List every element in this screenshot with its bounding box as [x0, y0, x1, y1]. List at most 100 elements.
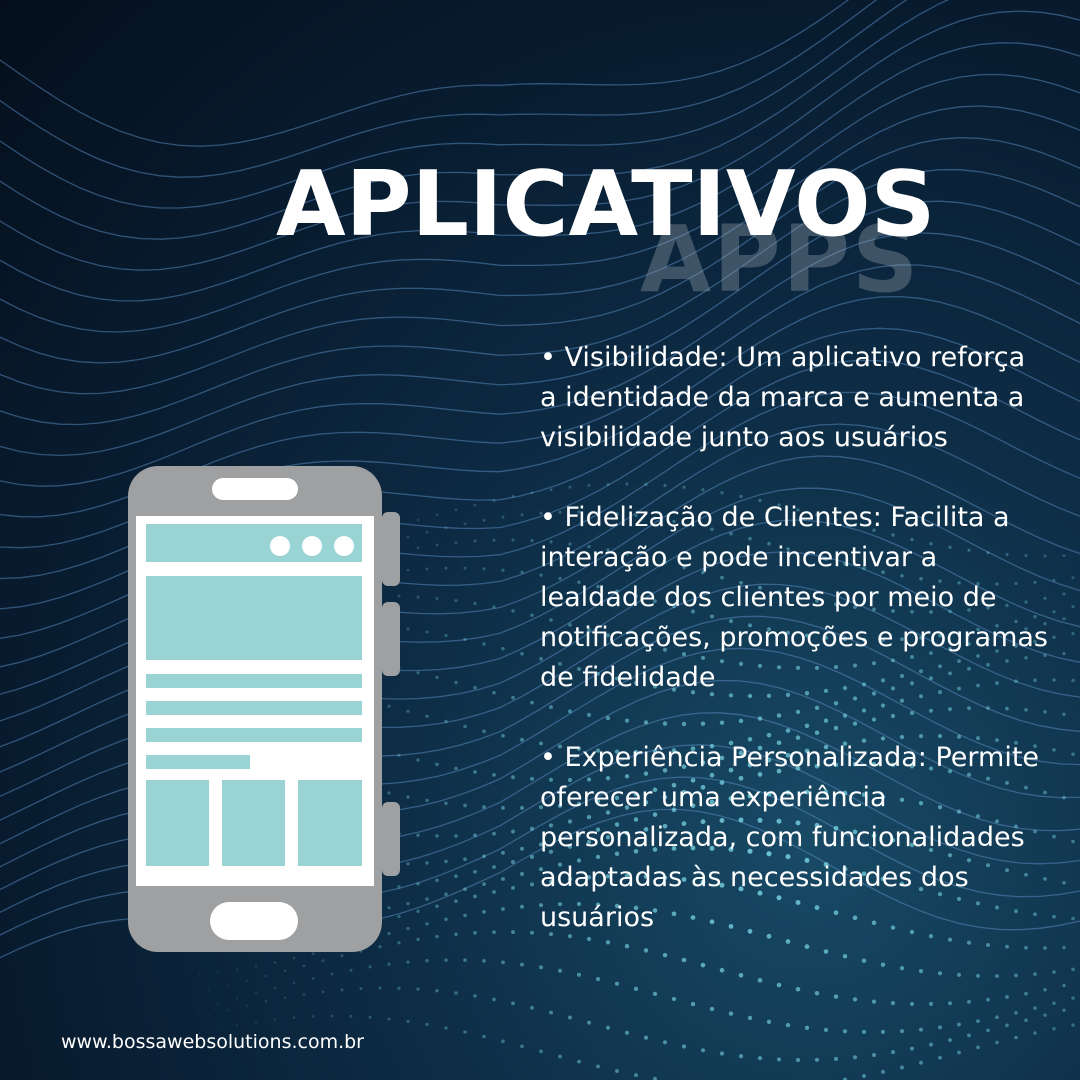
particle-dot	[719, 967, 725, 973]
particle-dot	[861, 958, 867, 963]
particle-dot	[492, 831, 496, 836]
particle-dot	[216, 1002, 220, 1005]
particle-dot	[728, 1011, 734, 1016]
particle-dot	[473, 685, 477, 690]
particle-dot	[576, 972, 582, 977]
particle-dot	[995, 1015, 999, 1020]
particle-dot	[444, 801, 448, 806]
particle-dot	[311, 1015, 315, 1018]
particle-dot	[406, 535, 410, 539]
particle-dot	[919, 1027, 923, 1032]
particle-dot	[226, 984, 230, 987]
particle-dot	[207, 988, 211, 992]
particle-dot	[986, 997, 990, 1002]
particle-dot	[957, 1022, 961, 1027]
particle-dot	[454, 899, 458, 904]
particle-dot	[292, 956, 296, 960]
particle-dot	[1052, 678, 1056, 682]
particle-dot	[700, 1048, 706, 1053]
particle-dot	[1062, 592, 1066, 596]
particle-dot	[501, 805, 505, 810]
particle-dot	[492, 773, 496, 777]
particle-dot	[444, 859, 448, 864]
particle-dot	[482, 518, 486, 522]
particle-dot	[891, 1050, 895, 1055]
particle-dot	[292, 981, 296, 985]
particle-dot	[435, 675, 439, 680]
particle-dot	[473, 994, 477, 998]
particle-dot	[520, 570, 524, 574]
particle-dot	[254, 991, 258, 995]
particle-dot	[435, 904, 439, 908]
particle-dot	[463, 637, 467, 642]
particle-dot	[311, 952, 315, 956]
particle-dot	[520, 513, 524, 517]
particle-dot	[823, 1027, 829, 1033]
particle-dot	[624, 944, 630, 949]
particle-dot	[416, 518, 420, 522]
page-title: APLICATIVOS	[276, 152, 936, 257]
particle-dot	[482, 882, 486, 886]
particle-dot	[226, 1009, 230, 1012]
particle-dot	[511, 695, 515, 700]
particle-dot	[795, 987, 801, 992]
particle-dot	[700, 962, 706, 968]
particle-dot	[861, 1029, 867, 1034]
particle-dot	[976, 973, 980, 978]
particle-dot	[387, 962, 391, 966]
particle-dot	[1024, 945, 1028, 950]
particle-dot	[454, 766, 458, 771]
particle-dot	[785, 939, 791, 944]
particle-dot	[986, 943, 990, 947]
particle-dot	[1071, 996, 1075, 1000]
particle-dot	[814, 990, 820, 996]
particle-dot	[539, 1049, 543, 1054]
particle-dot	[463, 803, 467, 808]
particle-dot	[947, 937, 953, 942]
particle-dot	[444, 892, 448, 897]
particle-dot	[1071, 632, 1075, 636]
particle-dot	[1071, 916, 1075, 921]
benefits-list: • Visibilidade: Um aplicativo reforça a …	[540, 338, 1050, 938]
particle-dot	[614, 981, 620, 986]
particle-dot	[463, 913, 467, 918]
particle-dot	[416, 987, 420, 991]
particle-dot	[929, 1042, 933, 1047]
particle-dot	[1052, 1001, 1056, 1005]
particle-dot	[416, 909, 420, 914]
particle-dot	[1071, 839, 1075, 844]
particle-dot	[482, 959, 486, 963]
particle-dot	[463, 566, 467, 570]
particle-dot	[1052, 970, 1056, 974]
particle-dot	[899, 1029, 905, 1034]
particle-dot	[444, 566, 448, 570]
particle-dot	[387, 1017, 391, 1021]
particle-dot	[976, 1019, 980, 1023]
particle-dot	[207, 1014, 211, 1017]
particle-dot	[501, 646, 505, 651]
particle-dot	[776, 1057, 782, 1062]
particle-dot	[406, 862, 410, 866]
particle-dot	[511, 538, 515, 542]
particle-dot	[473, 601, 477, 606]
particle-dot	[1024, 1018, 1028, 1022]
particle-dot	[254, 1020, 258, 1024]
particle-dot	[862, 1074, 866, 1078]
particle-dot	[1052, 1027, 1056, 1031]
particle-dot	[349, 1014, 353, 1018]
particle-dot	[880, 962, 886, 967]
particle-dot	[766, 1019, 772, 1024]
particle-dot	[378, 986, 382, 990]
particle-dot	[435, 543, 439, 547]
particle-dot	[501, 907, 505, 911]
particle-dot	[1062, 554, 1066, 558]
particle-dot	[529, 882, 535, 887]
particle-dot	[1071, 1023, 1075, 1027]
particle-dot	[492, 605, 496, 609]
particle-dot	[416, 546, 420, 550]
particle-dot	[530, 613, 534, 618]
particle-dot	[1052, 834, 1056, 839]
particle-dot	[520, 1044, 524, 1049]
particle-dot	[871, 999, 877, 1004]
particle-dot	[1052, 610, 1056, 614]
